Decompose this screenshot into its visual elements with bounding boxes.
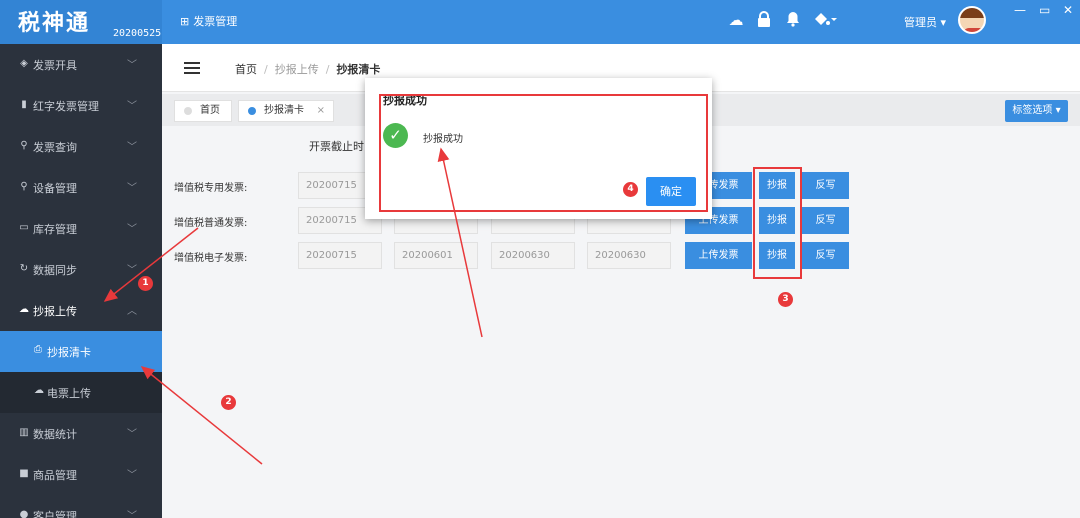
annotation-badge: 1 [138,276,153,291]
annotation-badge: 4 [623,182,638,197]
annotation-arrows [103,147,483,465]
annotation-badge: 2 [221,395,236,410]
annotation-badge: 3 [778,292,793,307]
